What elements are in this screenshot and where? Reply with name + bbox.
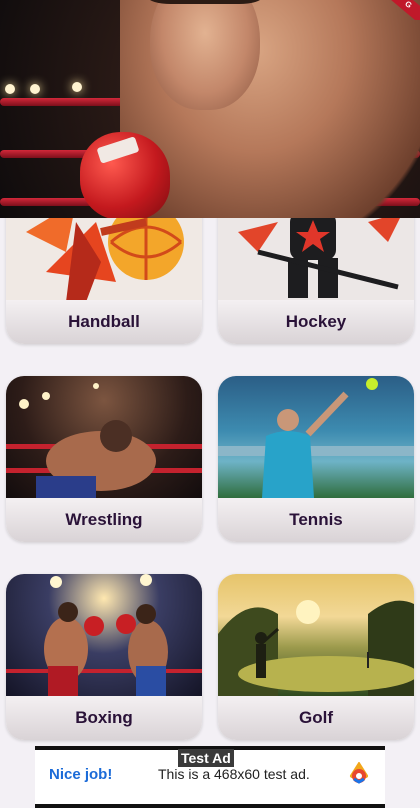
sport-label: Wrestling <box>6 498 202 542</box>
sport-label: Boxing <box>6 696 202 740</box>
ad-title[interactable]: Nice job! <box>49 766 112 783</box>
sports-grid: Handball Hockey Wrestling Tennis Boxing … <box>0 218 420 748</box>
hockey-illustration <box>218 218 414 304</box>
boxer-head <box>150 0 260 110</box>
sport-card-tennis[interactable]: Tennis <box>218 376 414 542</box>
boxing-photo <box>6 574 202 696</box>
sport-label: Tennis <box>218 498 414 542</box>
test-ad-tag: Test Ad <box>178 749 234 767</box>
hero-banner: G <box>0 0 420 218</box>
sport-label: Golf <box>218 696 414 740</box>
wrestling-photo <box>6 376 202 498</box>
ad-text: This is a 468x60 test ad. <box>158 766 310 782</box>
sport-card-hockey[interactable]: Hockey <box>218 218 414 344</box>
sport-card-boxing[interactable]: Boxing <box>6 574 202 740</box>
boxing-glove <box>80 132 170 218</box>
tennis-photo <box>218 376 414 498</box>
adchoices-icon[interactable] <box>348 761 370 784</box>
debug-ribbon-label: G <box>380 0 420 20</box>
sport-card-wrestling[interactable]: Wrestling <box>6 376 202 542</box>
sport-label: Hockey <box>218 300 414 344</box>
sport-card-handball[interactable]: Handball <box>6 218 202 344</box>
handball-illustration <box>6 218 202 304</box>
sport-card-golf[interactable]: Golf <box>218 574 414 740</box>
debug-ribbon: G <box>380 0 420 20</box>
golf-photo <box>218 574 414 696</box>
boxer-hair <box>148 0 262 4</box>
sport-label: Handball <box>6 300 202 344</box>
